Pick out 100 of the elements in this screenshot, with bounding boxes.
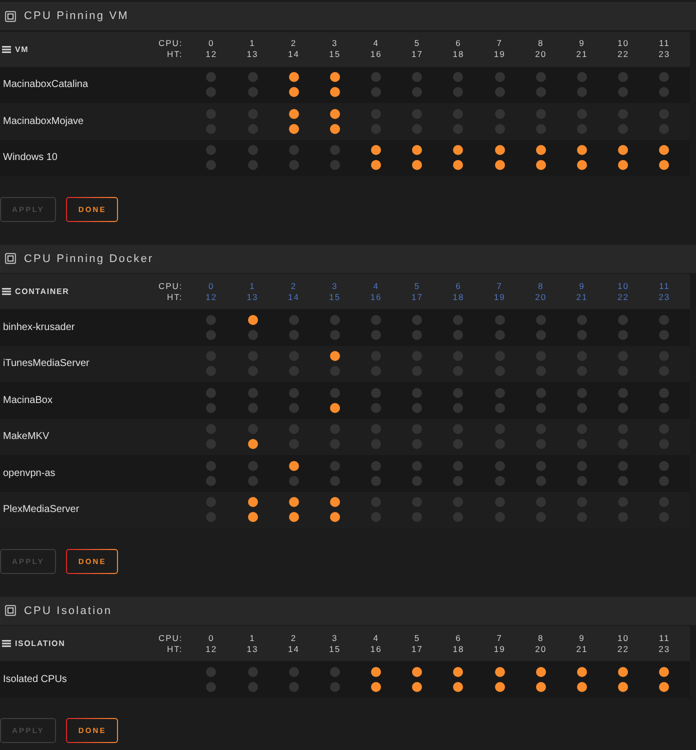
cpu-dot[interactable] bbox=[248, 314, 258, 325]
cpu-dot[interactable] bbox=[494, 460, 505, 471]
ht-dot[interactable] bbox=[330, 682, 340, 692]
ht-column-header[interactable]: 13 bbox=[246, 292, 258, 302]
cpu-dot[interactable] bbox=[659, 145, 670, 156]
ht-dot[interactable] bbox=[577, 682, 588, 692]
cpu-dot[interactable] bbox=[536, 666, 546, 677]
cpu-column-header[interactable]: 2 bbox=[290, 280, 297, 292]
cpu-dot[interactable] bbox=[330, 351, 340, 362]
ht-column-header[interactable]: 19 bbox=[494, 292, 506, 302]
cpu-dot[interactable] bbox=[330, 388, 340, 398]
cpu-dot[interactable] bbox=[618, 460, 628, 471]
cpu-dot[interactable] bbox=[453, 388, 464, 398]
cpu-column-header[interactable]: 9 bbox=[579, 280, 585, 292]
ht-dot[interactable] bbox=[288, 87, 299, 98]
cpu-dot[interactable] bbox=[248, 497, 258, 508]
ht-dot[interactable] bbox=[206, 87, 216, 98]
cpu-dot[interactable] bbox=[494, 388, 505, 398]
ht-dot[interactable] bbox=[618, 160, 628, 170]
cpu-dot[interactable] bbox=[536, 388, 546, 398]
ht-dot[interactable] bbox=[371, 402, 382, 413]
ht-dot[interactable] bbox=[248, 87, 258, 98]
cpu-dot[interactable] bbox=[412, 388, 422, 398]
cpu-dot[interactable] bbox=[577, 145, 588, 156]
cpu-dot[interactable] bbox=[330, 666, 340, 677]
cpu-dot[interactable] bbox=[371, 145, 382, 156]
cpu-dot[interactable] bbox=[206, 314, 216, 325]
ht-dot[interactable] bbox=[371, 682, 382, 692]
ht-dot[interactable] bbox=[330, 160, 340, 170]
ht-dot[interactable] bbox=[453, 160, 464, 170]
ht-dot[interactable] bbox=[206, 682, 216, 692]
cpu-dot[interactable] bbox=[618, 314, 628, 325]
ht-dot[interactable] bbox=[536, 476, 546, 486]
ht-dot[interactable] bbox=[288, 330, 299, 340]
cpu-dot[interactable] bbox=[288, 72, 299, 82]
cpu-column-header[interactable]: 4 bbox=[373, 280, 379, 292]
ht-dot[interactable] bbox=[288, 124, 299, 134]
ht-dot[interactable] bbox=[371, 330, 382, 340]
cpu-dot[interactable] bbox=[412, 666, 422, 677]
cpu-dot[interactable] bbox=[371, 72, 382, 82]
cpu-dot[interactable] bbox=[206, 388, 216, 398]
cpu-dot[interactable] bbox=[453, 460, 464, 471]
ht-column-header[interactable]: 20 bbox=[535, 292, 547, 302]
ht-dot[interactable] bbox=[659, 402, 670, 413]
cpu-dot[interactable] bbox=[288, 108, 299, 119]
ht-dot[interactable] bbox=[288, 402, 299, 413]
ht-dot[interactable] bbox=[412, 87, 422, 98]
ht-dot[interactable] bbox=[206, 402, 216, 413]
ht-dot[interactable] bbox=[453, 682, 464, 692]
ht-dot[interactable] bbox=[248, 439, 258, 450]
ht-column-header[interactable]: 15 bbox=[329, 292, 341, 302]
cpu-dot[interactable] bbox=[453, 314, 464, 325]
cpu-dot[interactable] bbox=[206, 666, 216, 677]
cpu-column-header[interactable]: 8 bbox=[538, 280, 544, 292]
cpu-dot[interactable] bbox=[248, 72, 258, 82]
ht-dot[interactable] bbox=[618, 330, 628, 340]
ht-dot[interactable] bbox=[330, 402, 340, 413]
cpu-dot[interactable] bbox=[659, 314, 670, 325]
cpu-dot[interactable] bbox=[577, 388, 588, 398]
cpu-dot[interactable] bbox=[248, 388, 258, 398]
ht-dot[interactable] bbox=[412, 682, 422, 692]
cpu-dot[interactable] bbox=[494, 72, 505, 82]
ht-dot[interactable] bbox=[206, 476, 216, 486]
cpu-dot[interactable] bbox=[371, 314, 382, 325]
cpu-dot[interactable] bbox=[577, 314, 588, 325]
ht-dot[interactable] bbox=[536, 682, 546, 692]
cpu-dot[interactable] bbox=[288, 666, 299, 677]
ht-dot[interactable] bbox=[494, 402, 505, 413]
cpu-dot[interactable] bbox=[536, 145, 546, 156]
ht-dot[interactable] bbox=[577, 402, 588, 413]
ht-dot[interactable] bbox=[412, 160, 422, 170]
ht-dot[interactable] bbox=[288, 160, 299, 170]
ht-dot[interactable] bbox=[494, 476, 505, 486]
cpu-column-header[interactable]: 5 bbox=[414, 280, 420, 292]
ht-column-header[interactable]: 22 bbox=[617, 292, 629, 302]
cpu-dot[interactable] bbox=[618, 388, 628, 398]
ht-dot[interactable] bbox=[577, 476, 588, 486]
cpu-column-header[interactable]: 3 bbox=[332, 280, 338, 292]
ht-dot[interactable] bbox=[248, 160, 258, 170]
cpu-dot[interactable] bbox=[206, 460, 216, 471]
cpu-dot[interactable] bbox=[536, 72, 546, 82]
ht-column-header[interactable]: 16 bbox=[370, 292, 382, 302]
cpu-dot[interactable] bbox=[453, 145, 464, 156]
cpu-dot[interactable] bbox=[248, 460, 258, 471]
ht-dot[interactable] bbox=[248, 330, 258, 340]
ht-dot[interactable] bbox=[659, 330, 670, 340]
ht-dot[interactable] bbox=[330, 124, 340, 134]
cpu-dot[interactable] bbox=[330, 72, 340, 82]
cpu-dot[interactable] bbox=[659, 388, 670, 398]
ht-dot[interactable] bbox=[248, 512, 258, 522]
cpu-dot[interactable] bbox=[288, 388, 299, 398]
cpu-dot[interactable] bbox=[206, 72, 216, 82]
cpu-dot[interactable] bbox=[536, 460, 546, 471]
cpu-dot[interactable] bbox=[494, 666, 505, 677]
ht-dot[interactable] bbox=[288, 682, 299, 692]
cpu-dot[interactable] bbox=[577, 460, 588, 471]
ht-dot[interactable] bbox=[494, 87, 505, 98]
cpu-dot[interactable] bbox=[536, 314, 546, 325]
cpu-column-header[interactable]: 10 bbox=[617, 280, 629, 292]
cpu-dot[interactable] bbox=[330, 314, 340, 325]
